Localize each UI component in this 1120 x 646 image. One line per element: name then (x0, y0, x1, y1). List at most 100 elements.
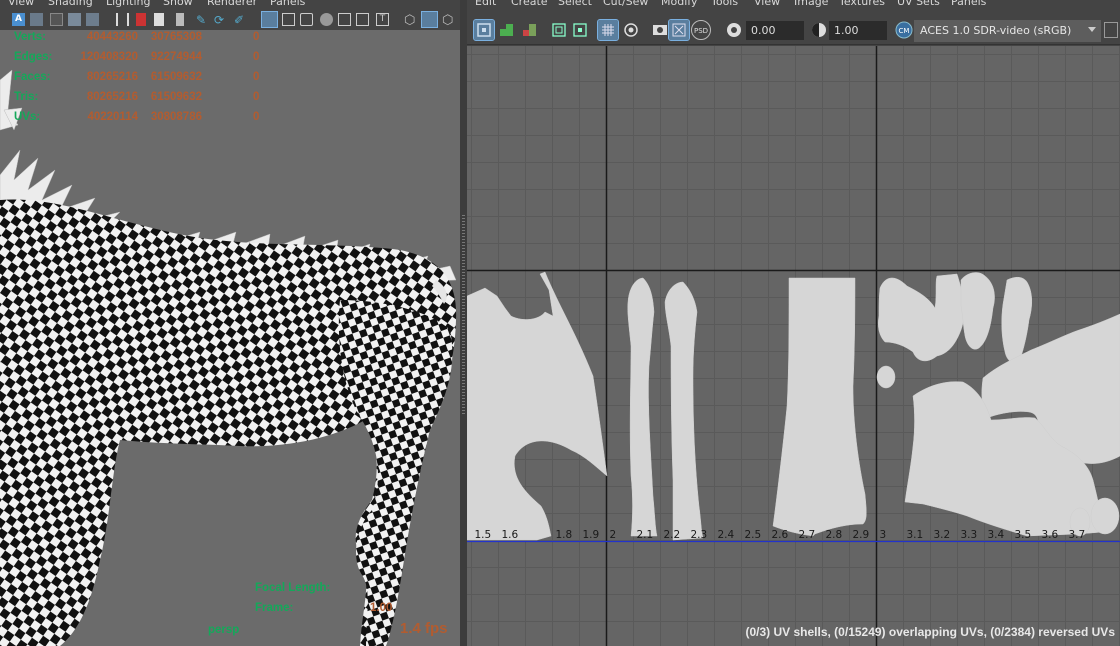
menu-textures[interactable]: Textures (839, 0, 885, 8)
uv-shell-ear-2 (1001, 277, 1032, 364)
svg-text:CM: CM (899, 27, 910, 35)
shadows-icon[interactable] (356, 13, 369, 26)
uv-tick-label: 2 (610, 529, 617, 541)
uv-canvas[interactable]: 1.5 1.6 1.8 1.9 2 2.1 2.2 2.3 2.4 2.5 2.6 2.7 2.8 2.9… (467, 46, 1120, 646)
hud-verts-selected: 30765308 (150, 31, 202, 43)
xray-icon[interactable]: ✎ (196, 13, 209, 27)
uv-tick-label: 3 (880, 529, 887, 541)
uv-tick-label: 2.5 (745, 529, 762, 541)
backface-icon[interactable]: ⬡ (404, 13, 417, 28)
uv-tick-label: 2.3 (691, 529, 708, 541)
menu-uv-sets[interactable]: UV Sets (897, 0, 940, 8)
attribute-editor-icon[interactable]: A (12, 13, 25, 26)
viewport-cube-icon[interactable] (421, 11, 438, 28)
default-material-icon[interactable] (300, 13, 313, 26)
textured-icon[interactable] (320, 13, 333, 26)
uv-tick-label: 3.6 (1042, 529, 1059, 541)
hud-tris-zero: 0 (253, 91, 260, 103)
hud-label-tris: Tris: (14, 91, 39, 103)
pixel-snap-icon[interactable] (597, 19, 619, 41)
resolution-gate-icon[interactable] (176, 13, 184, 26)
wireframe-icon[interactable] (261, 11, 278, 28)
exposure-icon[interactable] (724, 20, 744, 40)
hud-frame-label: Frame: (255, 602, 294, 614)
checker-icon[interactable] (549, 20, 569, 40)
2d-pan-zoom-icon[interactable] (86, 13, 99, 26)
gamma-field[interactable]: 1.00 (829, 21, 887, 40)
menu-tools[interactable]: Tools (711, 0, 738, 8)
uv-tick-label: 3.1 (907, 529, 924, 541)
isolate-select-icon[interactable]: ⟳ (214, 13, 227, 27)
color-management-icon[interactable]: CM (894, 20, 914, 40)
menu-modify[interactable]: Modify (661, 0, 697, 8)
lights-icon[interactable] (338, 13, 351, 26)
menu-lighting[interactable]: Lighting (106, 0, 150, 8)
bookmark-icon[interactable] (50, 13, 63, 26)
uv-tick-label: 3.4 (988, 529, 1005, 541)
chevron-down-icon (1088, 27, 1096, 32)
menu-shading[interactable]: Shading (48, 0, 93, 8)
menu-select[interactable]: Select (558, 0, 592, 8)
uv-editor-panel: Edit Create Select Cut/Sew Modify Tools … (467, 0, 1120, 646)
grease-pencil-icon[interactable] (116, 13, 129, 26)
hud-tris-selected: 61509632 (150, 91, 202, 103)
hud-uvs-zero: 0 (253, 111, 260, 123)
uv-tick-label: 3.2 (934, 529, 951, 541)
uv-shell-small-1 (876, 365, 896, 389)
menu-edit[interactable]: Edit (475, 0, 496, 8)
uv-axis-labels: 1.5 1.6 1.8 1.9 2 2.1 2.2 2.3 2.4 2.5 2.6 2.7 2.8 2.9… (475, 529, 1086, 541)
uv-shell-icon[interactable] (473, 19, 495, 41)
menu-create[interactable]: Create (511, 0, 548, 8)
channels-icon[interactable] (668, 19, 690, 41)
hud-edges-zero: 0 (253, 51, 260, 63)
playblast-icon[interactable] (154, 13, 164, 26)
menu-panels[interactable]: Panels (951, 0, 986, 8)
menu-show[interactable]: Show (163, 0, 193, 8)
menu-image[interactable]: Image (794, 0, 828, 8)
menu-renderer[interactable]: Renderer (207, 0, 257, 8)
hud-faces-zero: 0 (253, 71, 260, 83)
camera-icon[interactable] (136, 13, 146, 26)
camera-attributes-icon[interactable] (30, 13, 43, 26)
viewport-panel[interactable]: View Shading Lighting Show Renderer Pane… (0, 0, 460, 646)
uv-tick-label: 1.6 (502, 529, 519, 541)
hud-verts-total: 40443260 (86, 31, 138, 43)
paint-tool-icon[interactable]: ✐ (234, 13, 247, 27)
renderer-cube-icon[interactable]: ⬡ (442, 13, 455, 28)
color-space-dropdown[interactable]: ACES 1.0 SDR-video (sRGB) (914, 20, 1101, 42)
uv-tick-label: 2.4 (718, 529, 735, 541)
menu-panels[interactable]: Panels (270, 0, 305, 8)
hud-label-uvs: UVs: (14, 111, 41, 123)
hud-icon[interactable]: T (376, 13, 389, 26)
hud-verts-zero: 0 (253, 31, 260, 43)
hud-uvs-selected: 30808786 (150, 111, 202, 123)
panel-divider[interactable] (460, 0, 467, 646)
distortion-icon[interactable] (520, 20, 540, 40)
smooth-shade-icon[interactable] (282, 13, 295, 26)
image-plane-icon[interactable] (68, 13, 81, 26)
image-display-icon[interactable] (621, 20, 641, 40)
menu-view[interactable]: View (8, 0, 34, 8)
texture-border-icon[interactable] (497, 20, 517, 40)
uv-tick-label: 1.9 (583, 529, 600, 541)
uv-shell-leg-2 (664, 281, 704, 541)
panel-toggle-icon[interactable] (1104, 22, 1118, 38)
viewport-toolbar: A ✎ ⟳ ✐ T ⬡ ⬡ (0, 10, 460, 30)
psd-icon[interactable]: PSD (691, 20, 711, 40)
uv-tick-label: 2.7 (799, 529, 816, 541)
hud-label-faces: Faces: (14, 71, 51, 83)
menu-cut-sew[interactable]: Cut/Sew (603, 0, 648, 8)
grid-icon[interactable] (570, 20, 590, 40)
uv-tick-label: 3.7 (1069, 529, 1086, 541)
dim-image-icon[interactable] (650, 20, 670, 40)
uv-tick-label: 1.8 (556, 529, 573, 541)
uv-tick-label: 2.8 (826, 529, 843, 541)
hud-edges-selected: 92274944 (150, 51, 202, 63)
hud-edges-total: 120408320 (80, 51, 138, 63)
uv-tick-label: 1.5 (475, 529, 492, 541)
menu-view[interactable]: View (754, 0, 780, 8)
gamma-icon[interactable] (809, 20, 829, 40)
uv-shell-head (878, 273, 965, 362)
uv-editor-toolbar: PSD 0.00 1.00 CM ACES 1.0 SDR-video (sRG… (467, 10, 1120, 45)
exposure-field[interactable]: 0.00 (746, 21, 804, 40)
